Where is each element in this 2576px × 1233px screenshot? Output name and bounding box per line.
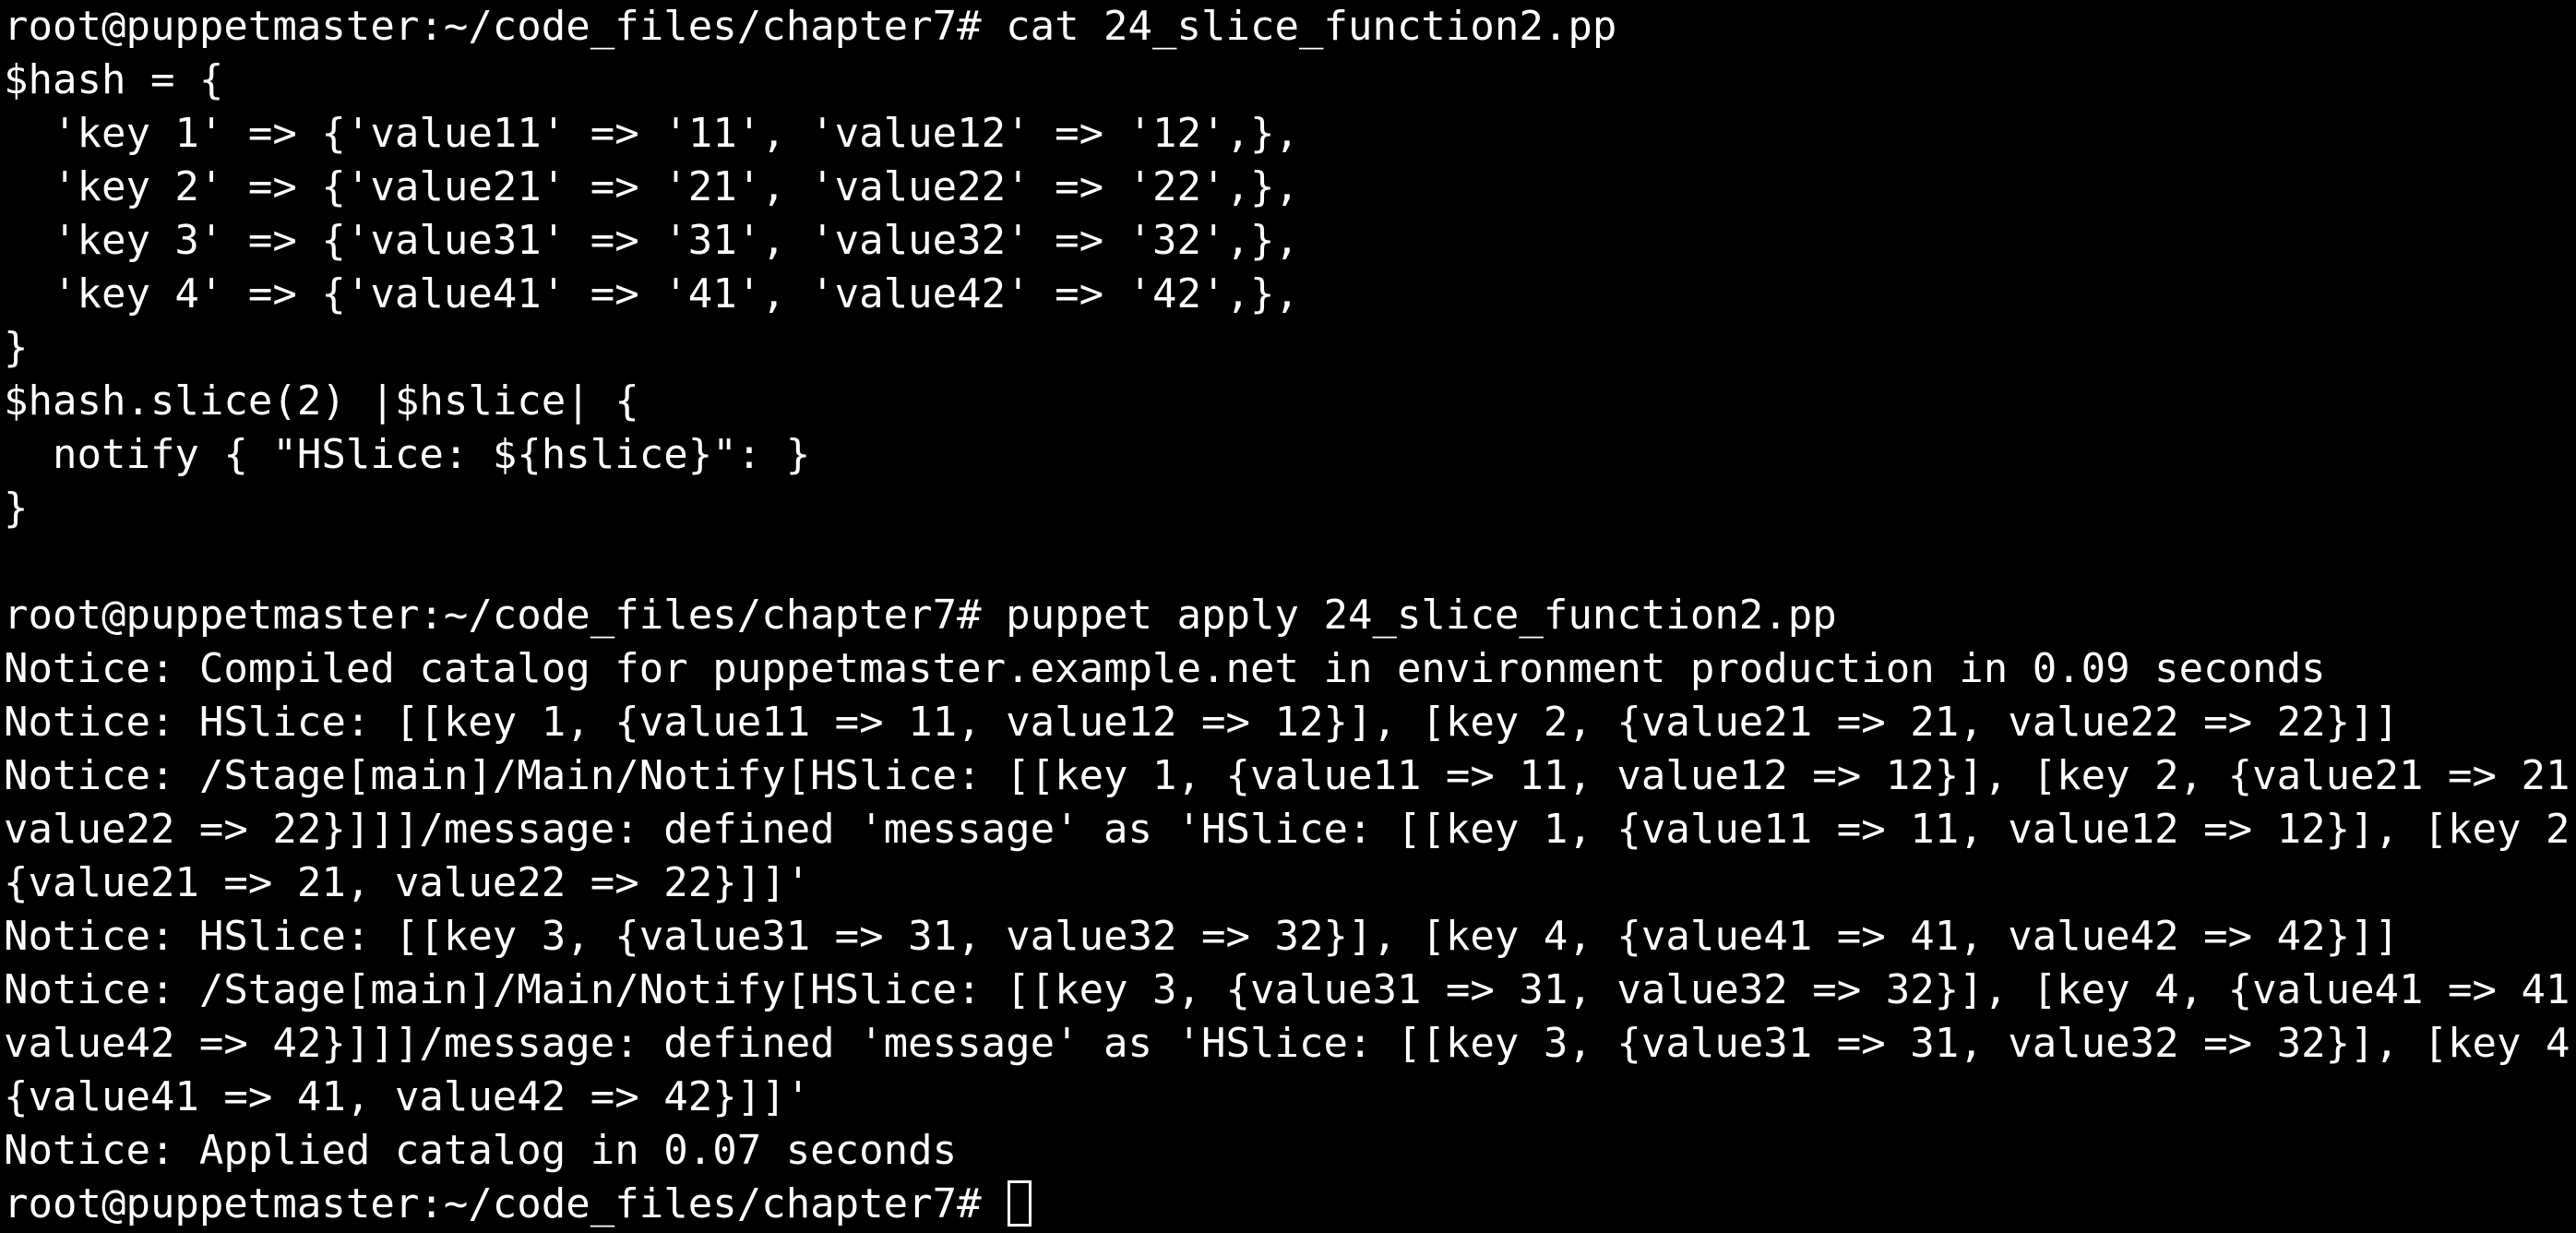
terminal-line: 'key 2' => {'value21' => '21', 'value22'… [4, 163, 1299, 210]
terminal-line: 'key 4' => {'value41' => '41', 'value42'… [4, 270, 1299, 317]
terminal-line: value22 => 22}]]]/message: defined 'mess… [4, 806, 2576, 853]
terminal-line: Notice: /Stage[main]/Main/Notify[HSlice:… [4, 752, 2576, 799]
terminal-line: } [4, 324, 29, 371]
terminal-line: 'key 1' => {'value11' => '11', 'value12'… [4, 110, 1299, 157]
terminal-line: {value41 => 41, value42 => 42}]]' [4, 1073, 811, 1120]
terminal-line: Notice: /Stage[main]/Main/Notify[HSlice:… [4, 966, 2576, 1013]
shell-prompt: root@puppetmaster:~/code_files/chapter7# [4, 1180, 1007, 1227]
terminal-line: Notice: Compiled catalog for puppetmaste… [4, 645, 2326, 692]
terminal-line: Notice: Applied catalog in 0.07 seconds [4, 1127, 958, 1174]
terminal-line: value42 => 42}]]]/message: defined 'mess… [4, 1020, 2576, 1067]
terminal-line: root@puppetmaster:~/code_files/chapter7#… [4, 592, 1837, 639]
terminal-line: } [4, 485, 29, 532]
terminal-window[interactable]: root@puppetmaster:~/code_files/chapter7#… [0, 0, 2576, 1233]
terminal-line: $hash = { [4, 56, 224, 103]
terminal-line: notify { "HSlice: ${hslice}": } [4, 431, 811, 478]
terminal-line: {value21 => 21, value22 => 22}]]' [4, 859, 811, 906]
prompt-line[interactable]: root@puppetmaster:~/code_files/chapter7# [4, 1178, 2576, 1231]
terminal-line: $hash.slice(2) |$hslice| { [4, 377, 639, 425]
terminal-line: Notice: HSlice: [[key 1, {value11 => 11,… [4, 699, 2400, 746]
cursor-block[interactable] [1008, 1180, 1032, 1227]
terminal-line: 'key 3' => {'value31' => '31', 'value32'… [4, 217, 1299, 264]
terminal-line: Notice: HSlice: [[key 3, {value31 => 31,… [4, 913, 2400, 960]
terminal-line: root@puppetmaster:~/code_files/chapter7#… [4, 3, 1617, 50]
